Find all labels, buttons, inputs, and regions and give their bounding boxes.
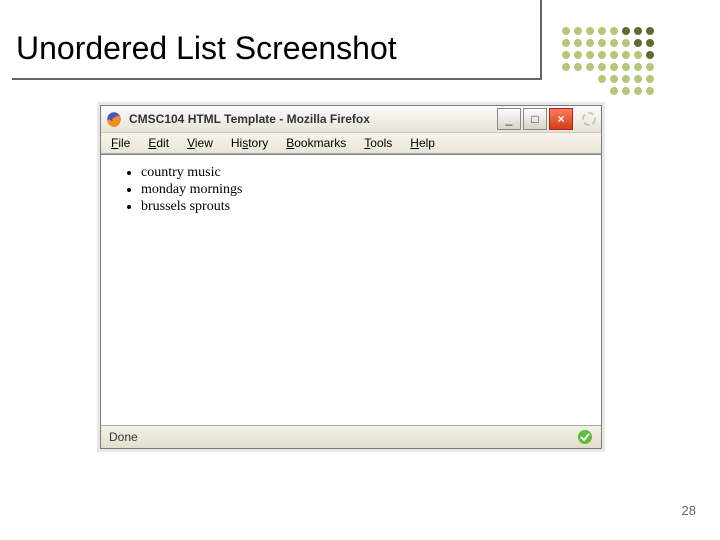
- window-title: CMSC104 HTML Template - Mozilla Firefox: [129, 112, 370, 126]
- menu-file[interactable]: File: [111, 136, 130, 150]
- menu-bookmarks[interactable]: Bookmarks: [286, 136, 346, 150]
- maximize-button[interactable]: □: [523, 108, 547, 130]
- list-item: brussels sprouts: [141, 199, 595, 215]
- firefox-icon: [105, 110, 123, 128]
- menu-bar: File Edit View History Bookmarks Tools H…: [101, 132, 601, 154]
- decorative-dot-grid: [560, 25, 656, 97]
- browser-titlebar: CMSC104 HTML Template - Mozilla Firefox …: [101, 106, 601, 132]
- slide-title: Unordered List Screenshot: [16, 30, 397, 67]
- list-item: country music: [141, 165, 595, 181]
- security-icon: [577, 429, 593, 445]
- status-text: Done: [109, 430, 138, 444]
- throbber-icon: [581, 111, 597, 127]
- status-bar: Done: [101, 426, 601, 448]
- menu-view[interactable]: View: [187, 136, 213, 150]
- list-item: monday mornings: [141, 182, 595, 198]
- decorative-vertical-line: [540, 0, 542, 78]
- browser-window: CMSC104 HTML Template - Mozilla Firefox …: [100, 105, 602, 449]
- close-button[interactable]: ×: [549, 108, 573, 130]
- unordered-list: country music monday mornings brussels s…: [141, 165, 595, 215]
- menu-tools[interactable]: Tools: [364, 136, 392, 150]
- menu-help[interactable]: Help: [410, 136, 435, 150]
- decorative-horizontal-line: [12, 78, 542, 80]
- browser-content: country music monday mornings brussels s…: [101, 154, 601, 426]
- menu-edit[interactable]: Edit: [148, 136, 169, 150]
- page-number: 28: [682, 503, 696, 518]
- menu-history[interactable]: History: [231, 136, 268, 150]
- minimize-button[interactable]: _: [497, 108, 521, 130]
